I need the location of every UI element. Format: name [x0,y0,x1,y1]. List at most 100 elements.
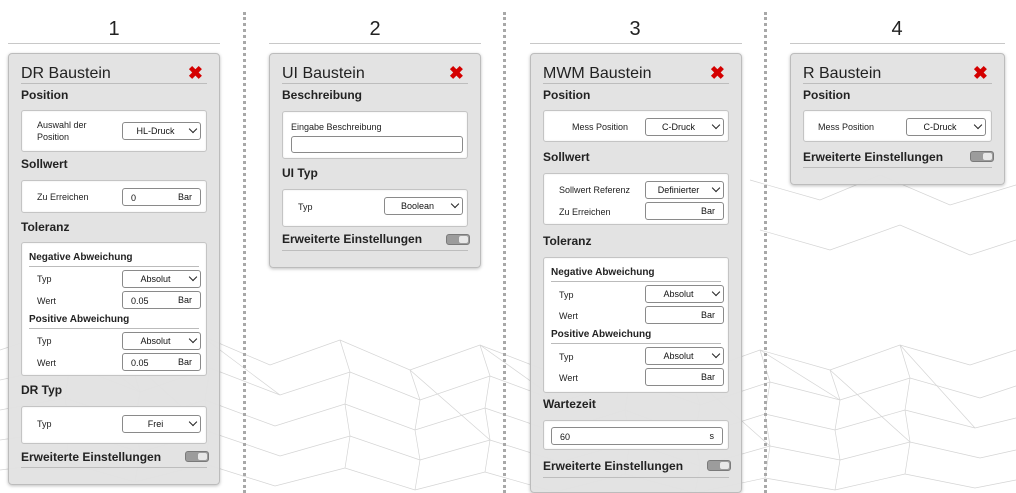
mess-position-select[interactable]: C-Druck [645,118,724,136]
position-field-label: Auswahl der Position [37,120,87,142]
toggle-knob [983,153,992,160]
beschreibung-box: Eingabe Beschreibung [282,111,468,159]
select-value: Absolut [140,274,171,284]
advanced-settings-label: Erweiterte Einstellungen [282,232,423,246]
unit-label: Bar [177,192,192,202]
close-icon[interactable]: ✖ [188,61,203,85]
advanced-settings-label: Erweiterte Einstellungen [543,459,684,473]
position-box: Mess Position C-Druck [543,110,729,142]
section-ui-typ: UI Typ [282,166,318,180]
negative-abweichung-label: Negative Abweichung [551,267,655,278]
close-icon[interactable]: ✖ [710,61,725,85]
column-underline-1 [8,43,220,44]
mess-position-select[interactable]: C-Druck [906,118,986,136]
advanced-settings-toggle[interactable] [185,451,209,462]
neg-wert-input[interactable]: Bar [645,306,724,324]
positive-abweichung-label: Positive Abweichung [551,329,652,340]
position-select[interactable]: HL-Druck [122,122,201,140]
section-toleranz: Toleranz [543,234,592,248]
ui-typ-select[interactable]: Boolean [384,197,463,215]
pos-wert-label: Wert [559,373,578,383]
sollwert-box: Sollwert Referenz Definierter Zu Erreich… [543,173,729,225]
chevron-down-icon [711,287,721,297]
pos-wert-input[interactable]: 0.05 Bar [122,353,201,371]
select-value: Absolut [663,351,694,361]
select-value: Absolut [140,336,171,346]
select-value: Boolean [400,201,435,211]
column-divider [243,12,246,493]
toleranz-box: Negative Abweichung Typ Absolut Wert 0.0… [21,242,207,376]
title-divider [282,83,468,84]
column-number-2: 2 [369,18,381,40]
neg-wert-input[interactable]: 0.05 Bar [122,291,201,309]
card-title: DR Baustein [21,65,111,82]
positive-abweichung-label: Positive Abweichung [29,314,130,325]
negative-abweichung-label: Negative Abweichung [29,252,133,263]
chevron-down-icon [711,120,721,130]
neg-typ-select[interactable]: Absolut [122,270,201,288]
zu-erreichen-input[interactable]: 0 Bar [122,188,201,206]
toggle-knob [198,453,207,460]
dr-typ-select[interactable]: Frei [122,415,201,433]
pos-wert-input[interactable]: Bar [645,368,724,386]
sollwert-referenz-select[interactable]: Definierter [645,181,724,199]
dr-typ-label: Typ [37,419,52,429]
advanced-settings-label: Erweiterte Einstellungen [803,150,944,164]
unit-label: Bar [700,372,715,382]
unit-label: Bar [177,357,192,367]
close-icon[interactable]: ✖ [973,61,988,85]
card-title: UI Baustein [282,65,365,82]
close-icon[interactable]: ✖ [449,61,464,85]
chevron-down-icon [188,417,198,427]
neg-typ-select[interactable]: Absolut [645,285,724,303]
sub-divider [551,281,721,282]
zu-erreichen-input[interactable]: Bar [645,202,724,220]
column-number-1: 1 [108,18,120,40]
card-title: MWM Baustein [543,65,652,82]
unit-label: Bar [700,310,715,320]
pos-typ-label: Typ [37,336,52,346]
pos-typ-select[interactable]: Absolut [122,332,201,350]
ui-baustein-card: UI Baustein ✖ Beschreibung Eingabe Besch… [269,53,481,268]
sub-divider [29,266,199,267]
chevron-down-icon [711,349,721,359]
r-baustein-card: R Baustein ✖ Position Mess Position C-Dr… [790,53,1005,185]
title-divider [543,83,729,84]
mess-position-label: Mess Position [572,122,629,132]
sollwert-referenz-label: Sollwert Referenz [559,185,631,195]
select-value: HL-Druck [136,126,175,136]
chevron-down-icon [450,199,460,209]
section-position: Position [543,88,591,102]
dr-typ-box: Typ Frei [21,406,207,444]
sollwert-box: Zu Erreichen 0 Bar [21,180,207,213]
position-box: Auswahl der Position HL-Druck [21,110,207,152]
select-value: Frei [147,419,164,429]
beschreibung-input[interactable] [291,136,463,153]
advanced-settings-label: Erweiterte Einstellungen [21,450,162,464]
advanced-settings-toggle[interactable] [446,234,470,245]
column-divider [503,12,506,493]
section-position: Position [803,88,851,102]
input-value: 0 [131,193,137,203]
dr-baustein-card: DR Baustein ✖ Position Auswahl der Posit… [8,53,220,485]
section-dr-typ: DR Typ [21,383,63,397]
neg-wert-label: Wert [559,311,578,321]
title-divider [21,83,207,84]
neg-typ-label: Typ [37,274,52,284]
mwm-baustein-card: MWM Baustein ✖ Position Mess Position C-… [530,53,742,493]
chevron-down-icon [973,120,983,130]
section-sollwert: Sollwert [543,150,590,164]
section-sollwert: Sollwert [21,157,68,171]
select-value: Definierter [657,185,700,195]
card-title: R Baustein [803,65,882,82]
title-divider [803,83,992,84]
column-number-4: 4 [891,18,903,40]
input-value: 0.05 [131,358,149,368]
pos-typ-select[interactable]: Absolut [645,347,724,365]
select-value: C-Druck [662,122,695,132]
advanced-divider [803,167,992,168]
select-value: Absolut [663,289,694,299]
wartezeit-input[interactable]: 60 s [551,427,723,445]
advanced-settings-toggle[interactable] [970,151,994,162]
advanced-settings-toggle[interactable] [707,460,731,471]
